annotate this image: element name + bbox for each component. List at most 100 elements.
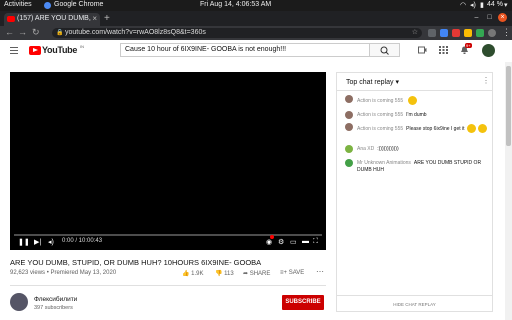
divider — [10, 285, 326, 286]
emoji-icon — [477, 124, 487, 133]
settings-gear-icon[interactable]: ⚙ — [278, 238, 284, 246]
thumbs-down-icon: 👎 — [215, 271, 223, 277]
progress-bar[interactable] — [14, 234, 322, 236]
search-button[interactable] — [370, 43, 400, 57]
chat-author-name: Mr Unknown Animations — [357, 160, 411, 166]
page-scrollbar[interactable] — [505, 62, 512, 320]
apps-grid-icon[interactable] — [439, 46, 448, 54]
video-title: ARE YOU DUMB, STUPID, OR DUMB HUH? 10HOU… — [10, 258, 262, 267]
save-playlist-icon: ≡+ — [280, 270, 288, 276]
chat-author-avatar — [345, 123, 353, 131]
search-input[interactable]: Cause 10 hour of 6IX9INE- GOOBA is not e… — [120, 43, 370, 57]
youtube-header: YouTube IN Cause 10 hour of 6IX9INE- GOO… — [0, 40, 512, 62]
chat-author-name: Action is coming 555 — [357, 112, 404, 118]
forward-arrow-icon[interactable]: → — [18, 27, 27, 37]
share-button[interactable]: ➦ SHARE — [243, 270, 270, 277]
video-meta: 92,623 views • Premiered May 13, 2020 — [10, 270, 117, 276]
chat-menu-icon[interactable]: ⋮ — [482, 76, 490, 85]
extension-icon[interactable] — [440, 29, 448, 37]
chat-author-avatar — [345, 111, 353, 119]
chat-message-body: Mr Unknown Animations ARE YOU DUMB STUPID… — [357, 160, 487, 174]
youtube-logo-text[interactable]: YouTube — [42, 45, 77, 55]
chat-footer: HIDE CHAT REPLAY — [337, 295, 492, 312]
tab-title: (157) ARE YOU DUMB, — [17, 15, 91, 22]
back-arrow-icon[interactable]: ← — [5, 27, 14, 37]
extension-icon[interactable] — [464, 29, 472, 37]
video-player[interactable]: ❚❚ ▶| ◂) 0:00 / 10:00:43 ◉ ⚙ ▭ ▬ ⛶ — [10, 72, 326, 250]
scrollbar-thumb[interactable] — [506, 66, 511, 146]
theater-mode-icon[interactable]: ▬ — [302, 238, 309, 245]
chat-replay-panel: Top chat replay ▾ ⋮ Action is coming 555… — [336, 72, 493, 312]
lock-icon[interactable]: 🔒 — [56, 29, 63, 36]
thumbs-up-icon: 👍 — [182, 271, 190, 277]
hamburger-menu-icon[interactable] — [10, 47, 18, 54]
wifi-icon[interactable]: ◠ — [460, 1, 466, 9]
address-bar[interactable]: 🔒 youtube.com/watch?v=rwAO8lz8sQ8&t=360s… — [52, 28, 422, 38]
chat-message-text: Please stop 6ix9ine I get it — [406, 125, 465, 132]
like-button[interactable]: 👍 1.9K — [182, 270, 204, 277]
create-video-icon[interactable] — [418, 46, 427, 54]
more-actions-icon[interactable]: ⋯ — [316, 267, 324, 276]
bookmark-star-icon[interactable]: ☆ — [412, 28, 418, 36]
emoji-icon — [408, 96, 418, 105]
subscriber-count: 397 subscribers — [34, 305, 73, 311]
chat-message-body: Action is coming 555 I'm dumb — [357, 112, 487, 119]
save-label: SAVE — [288, 270, 305, 276]
chrome-icon — [44, 2, 51, 9]
tab-strip: (157) ARE YOU DUMB, × + – □ × — [0, 11, 512, 26]
channel-avatar[interactable] — [10, 293, 28, 311]
app-menu[interactable]: Google Chrome — [54, 1, 103, 8]
search-query[interactable]: Cause 10 hour of 6IX9INE- GOOBA is not e… — [125, 46, 286, 53]
youtube-favicon-icon — [7, 16, 15, 22]
dislike-count: 113 — [224, 271, 234, 277]
account-avatar[interactable] — [482, 44, 495, 57]
chat-mode-dropdown[interactable]: Top chat replay ▾ — [346, 78, 399, 86]
clock[interactable]: Fri Aug 14, 4:06:53 AM — [200, 1, 271, 8]
extension-icon[interactable] — [452, 29, 460, 37]
like-count: 1.9K — [191, 271, 204, 277]
save-button[interactable]: ≡+ SAVE — [280, 270, 304, 276]
system-menu-arrow-icon[interactable]: ▾ — [504, 1, 508, 9]
settings-badge — [270, 235, 274, 239]
minimize-button[interactable]: – — [472, 13, 481, 22]
search-icon — [380, 46, 389, 55]
close-tab-icon[interactable]: × — [92, 14, 97, 23]
chat-author-name: Action is coming 555 — [357, 125, 404, 132]
volume-icon[interactable]: ◂) — [470, 1, 476, 9]
chrome-menu-icon[interactable]: ⋮ — [502, 27, 511, 38]
chat-message-text: I'm dumb — [406, 112, 427, 118]
autoplay-toggle[interactable]: ◉ — [266, 238, 272, 246]
channel-name[interactable]: Флексибилити — [34, 296, 77, 303]
youtube-logo-icon[interactable] — [29, 46, 41, 55]
fullscreen-icon[interactable]: ⛶ — [313, 238, 318, 246]
volume-icon[interactable]: ◂) — [48, 238, 54, 246]
subscribe-button[interactable]: SUBSCRIBE — [282, 295, 324, 310]
next-icon[interactable]: ▶| — [34, 238, 41, 246]
pause-icon[interactable]: ❚❚ — [18, 238, 30, 246]
extension-icon[interactable] — [476, 29, 484, 37]
battery-icon[interactable]: ▮ — [480, 1, 484, 9]
profile-avatar[interactable] — [488, 29, 496, 37]
maximize-button[interactable]: □ — [485, 13, 494, 22]
reload-icon[interactable]: ↻ — [32, 27, 40, 38]
chat-author-name: Ana XD — [357, 146, 375, 152]
emoji-icon — [466, 124, 476, 133]
tab-active[interactable]: (157) ARE YOU DUMB, × — [4, 13, 100, 26]
hide-chat-replay-button[interactable]: HIDE CHAT REPLAY — [337, 302, 492, 307]
chat-author-avatar — [345, 159, 353, 167]
activities-button[interactable]: Activities — [4, 1, 32, 8]
miniplayer-icon[interactable]: ▭ — [290, 238, 297, 246]
browser-toolbar: ← → ↻ 🔒 youtube.com/watch?v=rwAO8lz8sQ8&… — [0, 26, 512, 40]
extension-icon[interactable] — [428, 29, 436, 37]
chat-author-name: Action is coming 555 — [357, 97, 404, 104]
url-text[interactable]: youtube.com/watch?v=rwAO8lz8sQ8&t=360s — [65, 29, 206, 36]
notification-badge: 9+ — [465, 43, 472, 48]
new-tab-button[interactable]: + — [104, 13, 110, 24]
battery-percent: 44 % — [487, 1, 503, 8]
time-display: 0:00 / 10:00:43 — [62, 238, 103, 244]
close-window-button[interactable]: × — [498, 13, 507, 22]
dislike-button[interactable]: 👎 113 — [215, 270, 234, 277]
chat-author-avatar — [345, 95, 353, 103]
chat-message-body: Action is coming 555 Please stop 6ix9ine … — [357, 124, 487, 133]
chevron-down-icon: ▾ — [395, 79, 399, 86]
